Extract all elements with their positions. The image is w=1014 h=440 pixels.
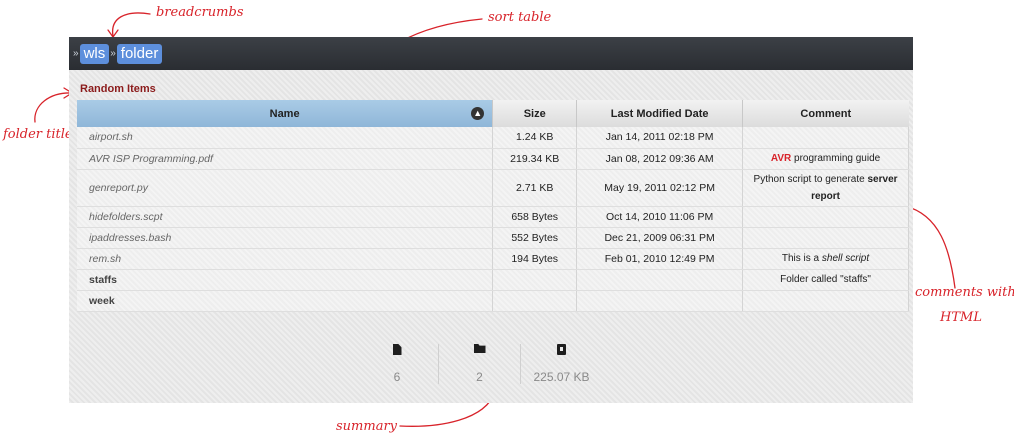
folder-name-link[interactable]: week <box>77 290 494 312</box>
disk-icon <box>557 344 566 355</box>
file-size <box>492 269 578 291</box>
table-row[interactable]: week <box>77 290 909 312</box>
summary-size: 225.07 KB <box>520 344 602 384</box>
breadcrumb-item-wls[interactable]: wls <box>79 43 110 64</box>
file-count: 6 <box>393 370 401 384</box>
file-name-link[interactable]: AVR ISP Programming.pdf <box>77 148 494 170</box>
comment-italic: shell script <box>821 253 870 264</box>
file-browser-panel: » wls » folder Random Items Name ▲ Size … <box>69 37 913 403</box>
column-header-comment[interactable]: Comment <box>742 100 909 127</box>
file-size: 658 Bytes <box>492 206 578 228</box>
file-comment <box>742 127 909 149</box>
folder-name-link[interactable]: staffs <box>77 269 494 291</box>
folder-icon <box>473 344 486 353</box>
file-date: May 19, 2011 02:12 PM <box>576 169 744 207</box>
folder-title: Random Items <box>80 83 156 95</box>
annotation-comments-line1: comments with <box>915 285 1014 300</box>
file-name-link[interactable]: airport.sh <box>77 127 494 149</box>
file-name-link[interactable]: ipaddresses.bash <box>77 227 494 249</box>
table-row[interactable]: genreport.py 2.71 KB May 19, 2011 02:12 … <box>77 169 909 207</box>
file-size: 552 Bytes <box>492 227 578 249</box>
comment-highlight: AVR <box>770 153 792 164</box>
file-table: Name ▲ Size Last Modified Date Comment a… <box>77 100 909 312</box>
annotation-breadcrumbs: breadcrumbs <box>156 5 244 20</box>
file-size: 219.34 KB <box>492 148 578 170</box>
column-header-name[interactable]: Name ▲ <box>77 100 494 127</box>
file-date <box>576 290 744 312</box>
annotation-sort-table: sort table <box>488 10 552 25</box>
annotation-folder-title: folder title <box>3 127 73 142</box>
file-comment: Folder called "staffs" <box>742 269 909 291</box>
file-date: Feb 01, 2010 12:49 PM <box>576 248 744 270</box>
summary-folders: 2 <box>438 344 520 384</box>
table-row[interactable]: AVR ISP Programming.pdf 219.34 KB Jan 08… <box>77 148 909 170</box>
table-row[interactable]: airport.sh 1.24 KB Jan 14, 2011 02:18 PM <box>77 127 909 149</box>
breadcrumb-item-folder[interactable]: folder <box>116 43 163 64</box>
table-row[interactable]: hidefolders.scpt 658 Bytes Oct 14, 2010 … <box>77 206 909 228</box>
file-comment: Python script to generate server report <box>742 169 909 207</box>
file-name-link[interactable]: rem.sh <box>77 248 494 270</box>
column-header-size[interactable]: Size <box>492 100 578 127</box>
breadcrumb-separator: » <box>73 48 79 59</box>
summary-files: 6 <box>356 344 438 384</box>
comment-text: programming guide <box>791 153 881 164</box>
folder-count: 2 <box>476 370 483 384</box>
file-icon <box>392 344 402 355</box>
annotation-comments-line2: HTML <box>940 310 982 325</box>
sort-up-icon[interactable]: ▲ <box>471 107 485 120</box>
file-size <box>492 290 578 312</box>
file-comment <box>742 227 909 249</box>
table-row[interactable]: ipaddresses.bash 552 Bytes Dec 21, 2009 … <box>77 227 909 249</box>
file-date: Jan 08, 2012 09:36 AM <box>576 148 744 170</box>
summary: 6 2 225.07 KB <box>356 344 602 384</box>
file-comment <box>742 206 909 228</box>
file-comment <box>742 290 909 312</box>
file-size: 194 Bytes <box>492 248 578 270</box>
file-comment: AVR programming guide <box>742 148 909 170</box>
comment-text: Python script to generate <box>753 173 868 185</box>
comment-text: This is a <box>781 253 822 264</box>
column-header-date[interactable]: Last Modified Date <box>576 100 744 127</box>
breadcrumb-separator: » <box>110 48 116 59</box>
file-date: Dec 21, 2009 06:31 PM <box>576 227 744 249</box>
file-date: Oct 14, 2010 11:06 PM <box>576 206 744 228</box>
file-comment: This is a shell script <box>742 248 909 270</box>
table-row[interactable]: rem.sh 194 Bytes Feb 01, 2010 12:49 PM T… <box>77 248 909 270</box>
file-date: Jan 14, 2011 02:18 PM <box>576 127 744 149</box>
file-size: 2.71 KB <box>492 169 578 207</box>
annotation-summary: summary <box>336 419 398 434</box>
file-size: 1.24 KB <box>492 127 578 149</box>
total-size: 225.07 KB <box>533 370 590 384</box>
file-name-link[interactable]: genreport.py <box>77 169 494 207</box>
table-row[interactable]: staffs Folder called "staffs" <box>77 269 909 291</box>
file-date <box>576 269 744 291</box>
breadcrumb: » wls » folder <box>69 37 913 70</box>
file-name-link[interactable]: hidefolders.scpt <box>77 206 494 228</box>
